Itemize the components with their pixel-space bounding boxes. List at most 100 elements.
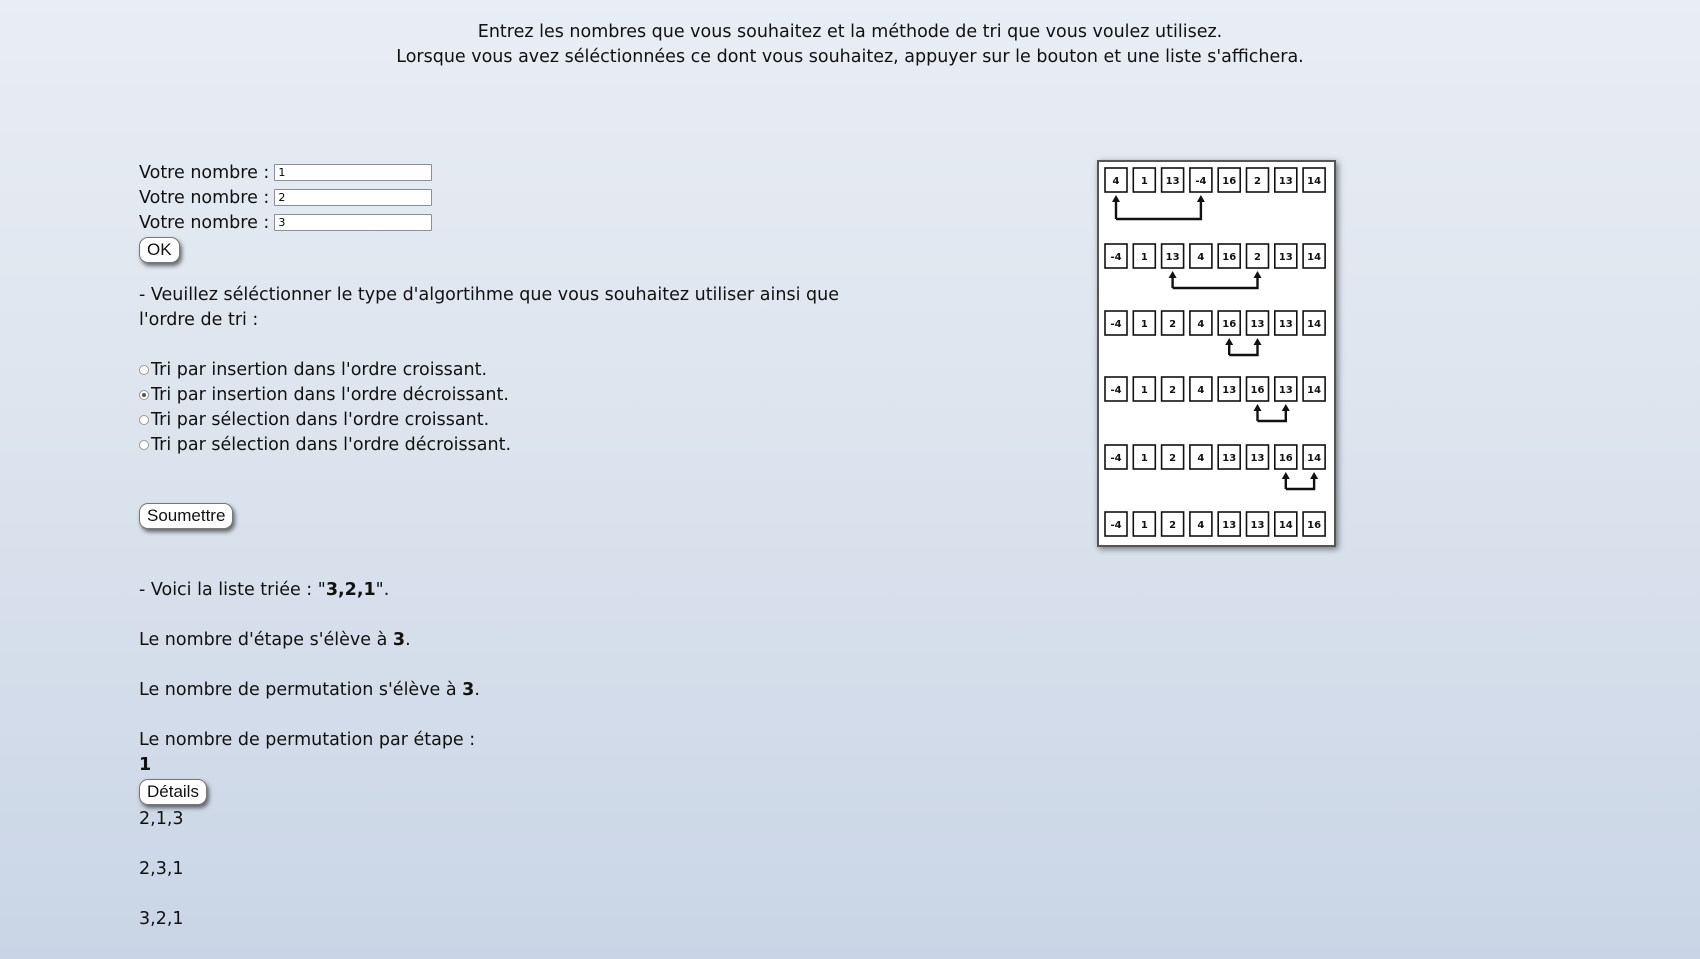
number-input-3[interactable] xyxy=(274,214,433,231)
number-label: Votre nombre : xyxy=(139,212,270,233)
cell-value: 16 xyxy=(1222,252,1236,263)
radio-label: Tri par insertion dans l'ordre croissant… xyxy=(151,359,488,380)
results-section: - Voici la liste triée : "3,2,1". Le nom… xyxy=(139,578,480,932)
sorted-value: 3,2,1 xyxy=(325,580,376,600)
cell-value: 13 xyxy=(1251,453,1265,464)
sorted-suffix: ". xyxy=(375,580,390,600)
sorted-prefix: - Voici la liste triée : " xyxy=(139,580,326,600)
cell-value: 1 xyxy=(1141,385,1148,396)
cell-value: 13 xyxy=(1251,520,1265,531)
number-label: Votre nombre : xyxy=(139,187,270,208)
cell-value: 2 xyxy=(1169,319,1176,330)
number-input-1[interactable] xyxy=(274,164,433,181)
number-form: Votre nombre : Votre nombre : Votre nomb… xyxy=(139,160,433,263)
arrow-head-icon xyxy=(1253,271,1262,278)
cell-value: 1 xyxy=(1141,176,1148,187)
radio-button-checked[interactable] xyxy=(139,389,149,400)
intro-text: Entrez les nombres que vous souhaitez et… xyxy=(0,20,1700,70)
detail-list-item: 2,3,1 xyxy=(139,859,184,879)
cell-value: 14 xyxy=(1307,252,1321,263)
radio-option-selection-asc[interactable]: Tri par sélection dans l'ordre croissant… xyxy=(139,407,511,432)
radio-label: Tri par sélection dans l'ordre décroissa… xyxy=(151,434,512,455)
cell-value: 14 xyxy=(1279,520,1293,531)
perm-per-step-value: 1 xyxy=(139,755,152,775)
cell-value: 2 xyxy=(1169,453,1176,464)
sorted-list-line: - Voici la liste triée : "3,2,1". xyxy=(139,578,480,603)
arrow-head-icon xyxy=(1112,195,1120,202)
number-row: Votre nombre : xyxy=(139,160,433,185)
radio-label: Tri par sélection dans l'ordre croissant… xyxy=(151,409,490,430)
cell-value: 13 xyxy=(1166,252,1180,263)
cell-value: 13 xyxy=(1222,520,1236,531)
algorithm-options: Tri par insertion dans l'ordre croissant… xyxy=(139,357,511,457)
cell-value: 4 xyxy=(1197,319,1204,330)
cell-value: 2 xyxy=(1169,520,1176,531)
radio-button[interactable] xyxy=(139,439,149,450)
arrow-head-icon xyxy=(1168,271,1177,278)
cell-value: -4 xyxy=(1110,319,1121,330)
swap-connector xyxy=(1256,410,1287,423)
algorithm-question: - Veuillez séléctionner le type d'algort… xyxy=(139,285,839,330)
cell-value: 2 xyxy=(1254,176,1261,187)
arrow-head-icon xyxy=(1310,472,1319,479)
radio-option-insertion-desc[interactable]: Tri par insertion dans l'ordre décroissa… xyxy=(139,382,511,407)
cell-value: 4 xyxy=(1197,520,1204,531)
permutations-line: Le nombre de permutation s'élève à 3. xyxy=(139,678,480,703)
cell-value: 13 xyxy=(1166,176,1180,187)
sorting-diagram: 4 1 13 -4 16 2 13 14-4 1 13 4 16 2 13 14-4 1 2 4 16 13 13 14-… xyxy=(1104,167,1326,537)
cell-value: 13 xyxy=(1279,176,1293,187)
cell-value: 14 xyxy=(1307,319,1321,330)
arrow-head-icon xyxy=(1281,472,1290,479)
radio-option-insertion-asc[interactable]: Tri par insertion dans l'ordre croissant… xyxy=(139,357,511,382)
intro-line-2: Lorsque vous avez séléctionnées ce dont … xyxy=(396,47,1304,67)
intro-line-1: Entrez les nombres que vous souhaitez et… xyxy=(477,22,1223,42)
cell-value: 2 xyxy=(1254,252,1261,263)
submit-button[interactable]: Soumettre xyxy=(139,503,234,529)
cell-value: -4 xyxy=(1195,176,1206,187)
details-button[interactable]: Détails xyxy=(139,779,207,805)
arrow-head-icon xyxy=(1281,404,1290,411)
cell-value: 13 xyxy=(1279,385,1293,396)
perm-per-step-label: Le nombre de permutation par étape : xyxy=(139,730,476,750)
ok-button[interactable]: OK xyxy=(139,237,180,263)
radio-option-selection-desc[interactable]: Tri par sélection dans l'ordre décroissa… xyxy=(139,432,511,457)
cell-value: 1 xyxy=(1141,252,1148,263)
radio-button[interactable] xyxy=(139,364,149,375)
cell-value: 16 xyxy=(1222,319,1236,330)
radio-button[interactable] xyxy=(139,414,149,425)
cell-value: 16 xyxy=(1251,385,1265,396)
swap-connector xyxy=(1284,478,1316,491)
steps-value: 3 xyxy=(392,630,406,650)
cell-value: 1 xyxy=(1141,453,1148,464)
cell-value: 13 xyxy=(1251,319,1265,330)
swap-connector xyxy=(1228,344,1259,357)
cell-value: 1 xyxy=(1141,520,1148,531)
number-row: Votre nombre : xyxy=(139,185,433,210)
cell-value: -4 xyxy=(1110,520,1121,531)
number-label: Votre nombre : xyxy=(139,162,270,183)
swap-connector xyxy=(1114,201,1203,221)
perm-suffix: . xyxy=(474,680,480,700)
number-input-2[interactable] xyxy=(274,189,433,206)
cell-value: 16 xyxy=(1222,176,1236,187)
perm-value: 3 xyxy=(462,680,475,700)
arrow-head-icon xyxy=(1253,404,1262,411)
detail-list-item: 3,2,1 xyxy=(139,909,184,929)
cell-value: 16 xyxy=(1279,453,1293,464)
detail-list-item: 2,1,3 xyxy=(139,809,184,829)
arrow-head-icon xyxy=(1196,195,1205,202)
cell-value: 1 xyxy=(1141,319,1148,330)
perm-prefix: Le nombre de permutation s'élève à xyxy=(139,680,463,700)
cell-value: 4 xyxy=(1197,252,1204,263)
swap-connector xyxy=(1171,277,1259,290)
cell-value: -4 xyxy=(1110,385,1121,396)
cell-value: 16 xyxy=(1307,520,1321,531)
number-row: Votre nombre : xyxy=(139,210,433,235)
cell-value: 13 xyxy=(1279,319,1293,330)
cell-value: -4 xyxy=(1110,252,1121,263)
radio-label: Tri par insertion dans l'ordre décroissa… xyxy=(151,384,509,405)
cell-value: 14 xyxy=(1307,176,1321,187)
cell-value: -4 xyxy=(1110,453,1121,464)
cell-value: 4 xyxy=(1113,176,1120,187)
cell-value: 14 xyxy=(1307,385,1321,396)
